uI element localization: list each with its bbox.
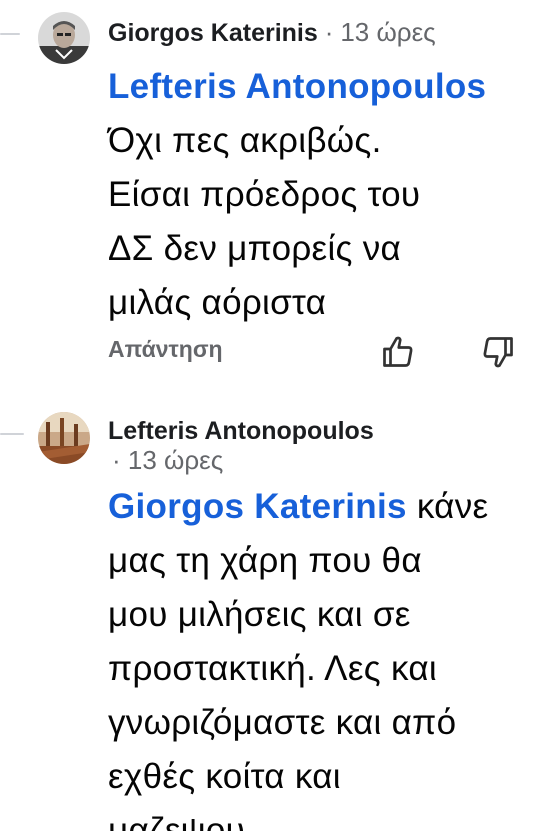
timestamp[interactable]: 13 ώρες — [340, 17, 435, 47]
comment-text-line: μαζεψου — [108, 811, 246, 831]
comment-meta: · 13 ώρες — [112, 446, 223, 474]
author-name[interactable]: Lefteris Antonopoulos — [108, 417, 374, 445]
comment-text-line: προστακτική. Λες και — [108, 649, 437, 688]
thread-connector — [0, 33, 20, 35]
comment-thread: Giorgos Katerinis · 13 ώρες Lefteris Ant… — [0, 0, 537, 831]
comment-text-line: Όχι πες ακριβώς. — [108, 121, 382, 160]
mention-link[interactable]: Giorgos Katerinis — [108, 487, 407, 526]
comment-header: Giorgos Katerinis · 13 ώρες — [108, 17, 436, 48]
timestamp[interactable]: 13 ώρες — [128, 445, 223, 475]
comment-text-line: ΔΣ δεν μπορείς να — [108, 229, 402, 268]
comment-text-line: εχθές κοίτα και — [108, 757, 341, 796]
meta-separator: · — [324, 17, 334, 47]
comment-body: Lefteris Antonopoulos Όχι πες ακριβώς. Ε… — [108, 60, 528, 330]
avatar-giorgos[interactable] — [38, 12, 90, 64]
mention-link[interactable]: Lefteris Antonopoulos — [108, 67, 486, 106]
avatar-lefteris[interactable] — [38, 412, 90, 464]
comment-body: Giorgos Katerinis κάνε μας τη χάρη που θ… — [108, 480, 528, 831]
author-name[interactable]: Giorgos Katerinis — [108, 19, 318, 47]
comment-text-line: κάνε — [416, 487, 489, 526]
comment-header: Lefteris Antonopoulos — [108, 416, 374, 446]
comment-text-line: μου μιλήσεις και σε — [108, 595, 411, 634]
thumbs-down-icon[interactable] — [480, 334, 516, 370]
reply-button[interactable]: Απάντηση — [108, 334, 223, 364]
comment-text-line: μιλάς αόριστα — [108, 283, 327, 322]
comment-text-line: μας τη χάρη που θα — [108, 541, 422, 580]
meta-separator: · — [112, 445, 121, 475]
thread-connector — [0, 433, 24, 435]
comment-text-line: γνωριζόμαστε και από — [108, 703, 457, 742]
thumbs-up-icon[interactable] — [380, 334, 416, 370]
comment-text-line: Είσαι πρόεδρος του — [108, 175, 421, 214]
